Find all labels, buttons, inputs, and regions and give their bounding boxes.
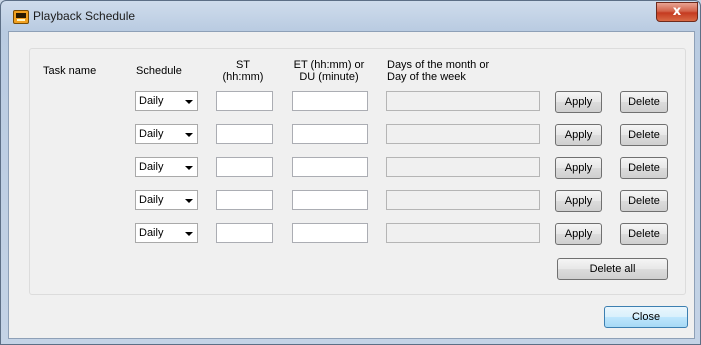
et-input-4[interactable] xyxy=(292,190,368,210)
apply-button-1[interactable]: Apply xyxy=(555,91,602,113)
dialog-body: Task name Schedule ST (hh:mm) ET (hh:mm)… xyxy=(8,31,695,339)
header-days: Days of the month or Day of the week xyxy=(387,59,489,83)
header-st: ST (hh:mm) xyxy=(213,59,273,83)
et-input-5[interactable] xyxy=(292,223,368,243)
header-schedule: Schedule xyxy=(136,65,182,77)
et-input-3[interactable] xyxy=(292,157,368,177)
days-input-2[interactable] xyxy=(386,124,540,144)
delete-button-3[interactable]: Delete xyxy=(620,157,668,179)
schedule-value-5: Daily xyxy=(139,227,164,239)
apply-button-4[interactable]: Apply xyxy=(555,190,602,212)
schedule-value-3: Daily xyxy=(139,161,164,173)
chevron-down-icon xyxy=(185,199,193,203)
window-title: Playback Schedule xyxy=(33,9,136,23)
schedule-select-2[interactable]: Daily xyxy=(135,124,198,144)
schedule-value-4: Daily xyxy=(139,194,164,206)
schedule-value-2: Daily xyxy=(139,128,164,140)
header-st-line2: (hh:mm) xyxy=(222,71,264,83)
header-task-name: Task name xyxy=(43,65,97,77)
schedule-select-4[interactable]: Daily xyxy=(135,190,198,210)
delete-button-1[interactable]: Delete xyxy=(620,91,668,113)
chevron-down-icon xyxy=(185,232,193,236)
et-input-1[interactable] xyxy=(292,91,368,111)
chevron-down-icon xyxy=(185,166,193,170)
window-close-button[interactable]: x xyxy=(656,2,698,22)
delete-button-4[interactable]: Delete xyxy=(620,190,668,212)
schedule-select-1[interactable]: Daily xyxy=(135,91,198,111)
header-et-line2: DU (minute) xyxy=(299,71,359,83)
chevron-down-icon xyxy=(185,133,193,137)
days-input-1[interactable] xyxy=(386,91,540,111)
st-input-2[interactable] xyxy=(216,124,273,144)
chevron-down-icon xyxy=(185,100,193,104)
header-et-line1: ET (hh:mm) or xyxy=(293,59,365,71)
st-input-4[interactable] xyxy=(216,190,273,210)
delete-button-5[interactable]: Delete xyxy=(620,223,668,245)
apply-button-5[interactable]: Apply xyxy=(555,223,602,245)
apply-button-2[interactable]: Apply xyxy=(555,124,602,146)
schedule-select-5[interactable]: Daily xyxy=(135,223,198,243)
apply-button-3[interactable]: Apply xyxy=(555,157,602,179)
days-input-3[interactable] xyxy=(386,157,540,177)
days-input-4[interactable] xyxy=(386,190,540,210)
et-input-2[interactable] xyxy=(292,124,368,144)
st-input-5[interactable] xyxy=(216,223,273,243)
delete-all-button[interactable]: Delete all xyxy=(557,258,668,280)
app-icon xyxy=(13,10,29,24)
days-input-5[interactable] xyxy=(386,223,540,243)
schedule-select-3[interactable]: Daily xyxy=(135,157,198,177)
title-bar[interactable]: Playback Schedule x xyxy=(1,1,700,31)
st-input-3[interactable] xyxy=(216,157,273,177)
header-et: ET (hh:mm) or DU (minute) xyxy=(288,59,370,83)
close-button[interactable]: Close xyxy=(604,306,688,328)
header-days-line1: Days of the month or xyxy=(387,59,490,71)
header-days-line2: Day of the week xyxy=(387,71,466,83)
delete-button-2[interactable]: Delete xyxy=(620,124,668,146)
schedule-value-1: Daily xyxy=(139,95,164,107)
playback-schedule-window: Playback Schedule x Task name Schedule S… xyxy=(0,0,701,345)
header-st-line1: ST xyxy=(235,59,251,71)
st-input-1[interactable] xyxy=(216,91,273,111)
